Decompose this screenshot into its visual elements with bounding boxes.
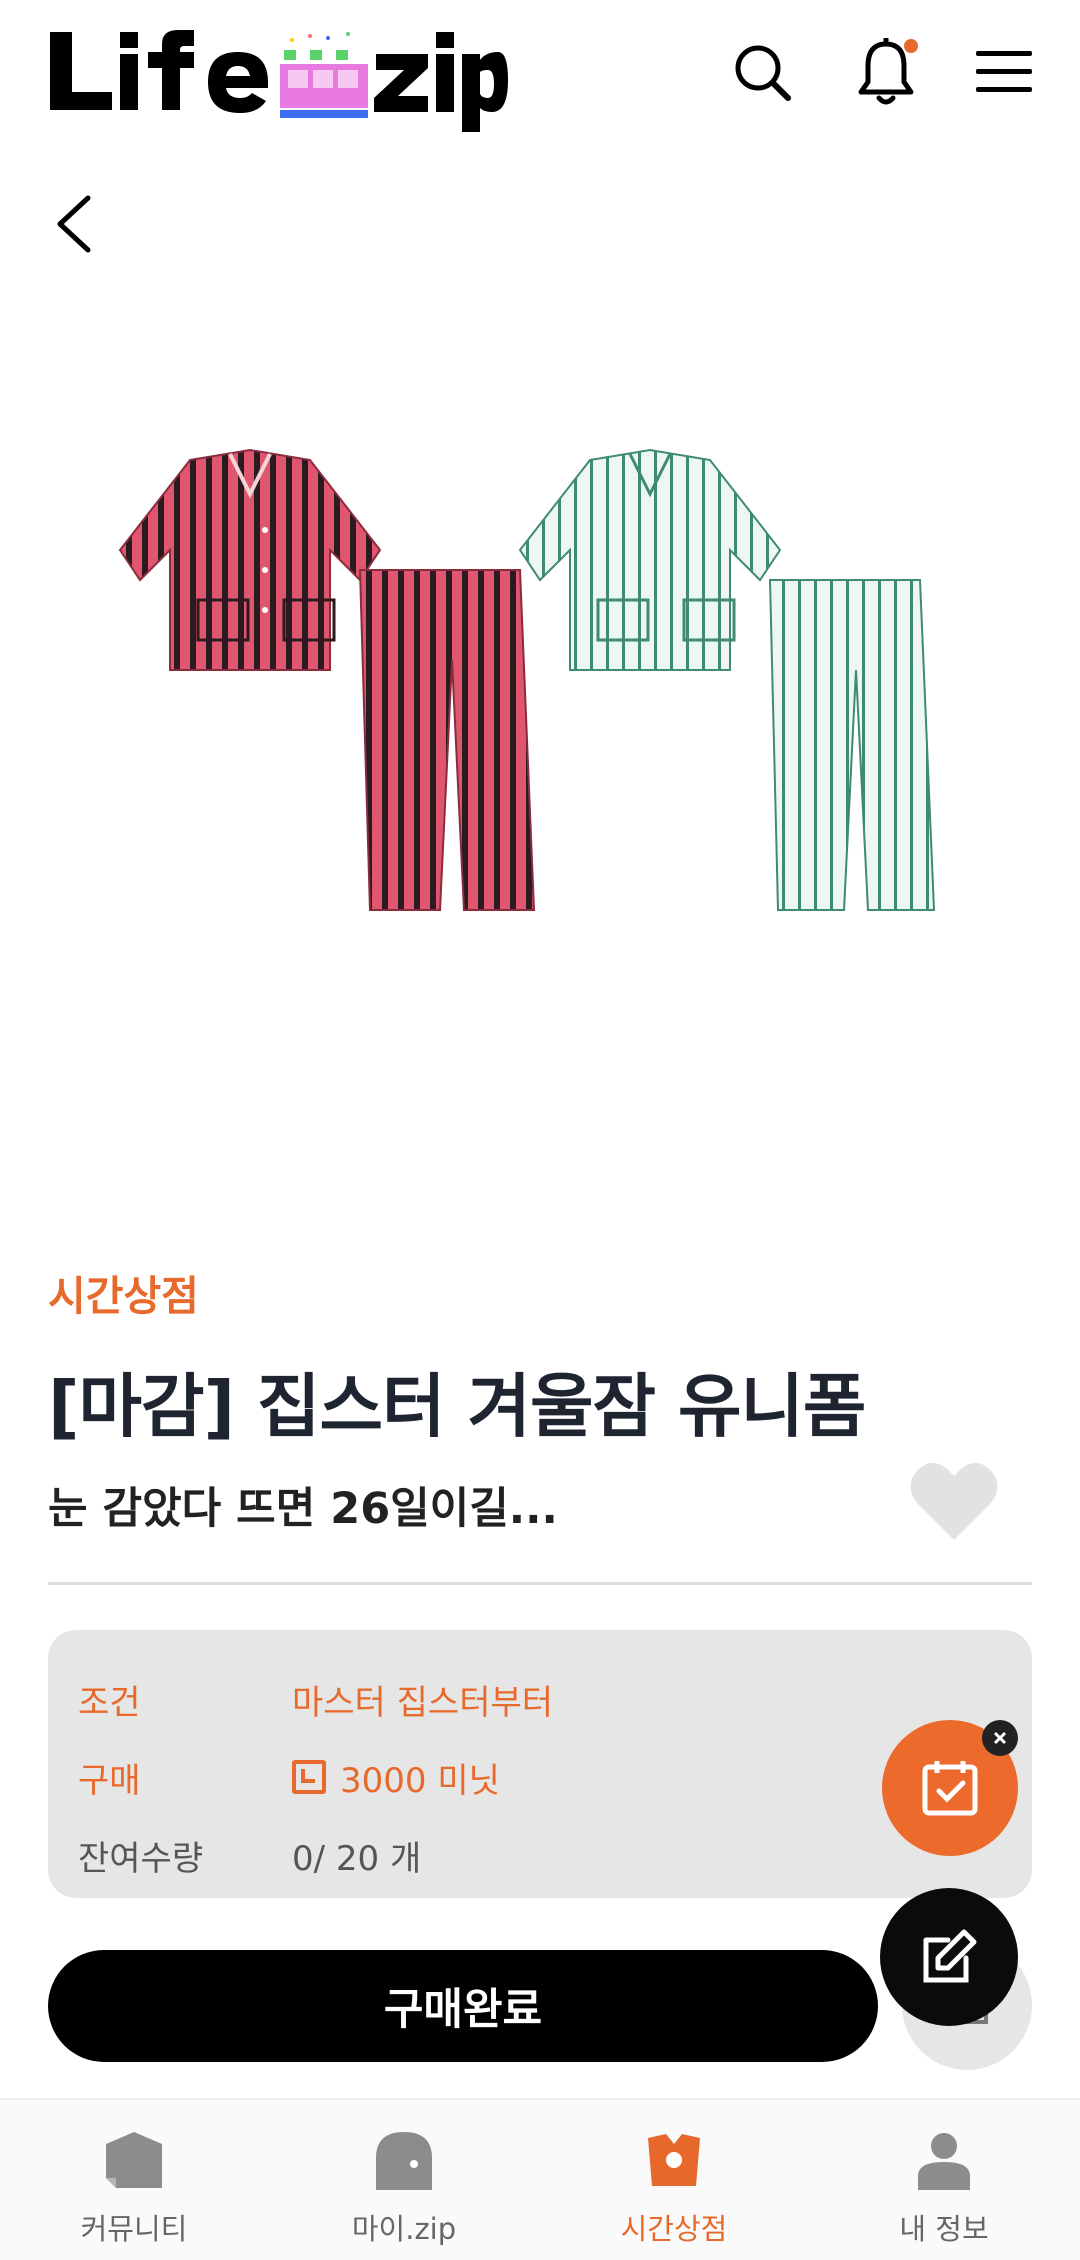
nav-item-community[interactable]: 커뮤니티 <box>34 2130 234 2250</box>
close-icon[interactable] <box>982 1720 1018 1756</box>
nav-item-profile[interactable]: 내 정보 <box>844 2130 1044 2250</box>
price-label: 구매 <box>78 1760 141 1801</box>
stock-row: 잔여수량 0/ 20 개 <box>78 1830 421 1880</box>
nav-label: 시간상점 <box>620 2212 728 2246</box>
product-image <box>118 448 936 911</box>
nav-item-myzip[interactable]: 마이.zip <box>304 2130 504 2250</box>
condition-label: 조건 <box>78 1682 141 1723</box>
hamburger-menu-icon[interactable] <box>968 36 1040 108</box>
bell-icon[interactable] <box>850 36 922 108</box>
product-subtitle: 눈 감았다 뜨면 26일이길... <box>48 1484 558 1534</box>
minute-coin-icon <box>292 1760 326 1794</box>
nav-label: 마이.zip <box>351 2212 457 2246</box>
condition-row: 조건 마스터 집스터부터 <box>78 1674 553 1724</box>
product-info-box: 조건 마스터 집스터부터 구매 3000 미닛 잔여수량 0/ 20 개 <box>48 1630 1032 1898</box>
heart-icon[interactable] <box>908 1458 1000 1544</box>
nav-label: 커뮤니티 <box>80 2212 188 2246</box>
product-title: [마감] 집스터 겨울잠 유니폼 <box>48 1367 866 1447</box>
stock-value: 0/ 20 개 <box>292 1838 422 1879</box>
condition-value: 마스터 집스터부터 <box>292 1682 554 1723</box>
search-icon[interactable] <box>726 36 798 108</box>
profile-icon <box>918 2133 970 2190</box>
bottom-navigation: 커뮤니티 마이.zip 시간상점 내 정보 <box>0 2098 1080 2260</box>
community-icon <box>106 2132 162 2188</box>
app-header <box>0 0 1080 150</box>
write-button[interactable] <box>880 1888 1018 2026</box>
back-arrow-icon[interactable] <box>44 186 104 262</box>
time-shop-icon <box>648 2134 700 2186</box>
nav-item-time-shop[interactable]: 시간상점 <box>574 2130 774 2250</box>
purchase-complete-button[interactable]: 구매완료 <box>48 1950 878 2062</box>
divider <box>48 1582 1032 1585</box>
price-value: 3000 미닛 <box>340 1760 500 1801</box>
life-zip-logo[interactable] <box>48 22 508 132</box>
edit-icon <box>923 1929 977 1983</box>
stock-label: 잔여수량 <box>78 1838 204 1879</box>
price-row: 구매 3000 미닛 <box>78 1752 500 1802</box>
category-label: 시간상점 <box>48 1272 199 1320</box>
nav-label: 내 정보 <box>899 2212 989 2246</box>
calendar-check-icon <box>922 1761 978 1816</box>
myzip-icon <box>376 2132 432 2190</box>
